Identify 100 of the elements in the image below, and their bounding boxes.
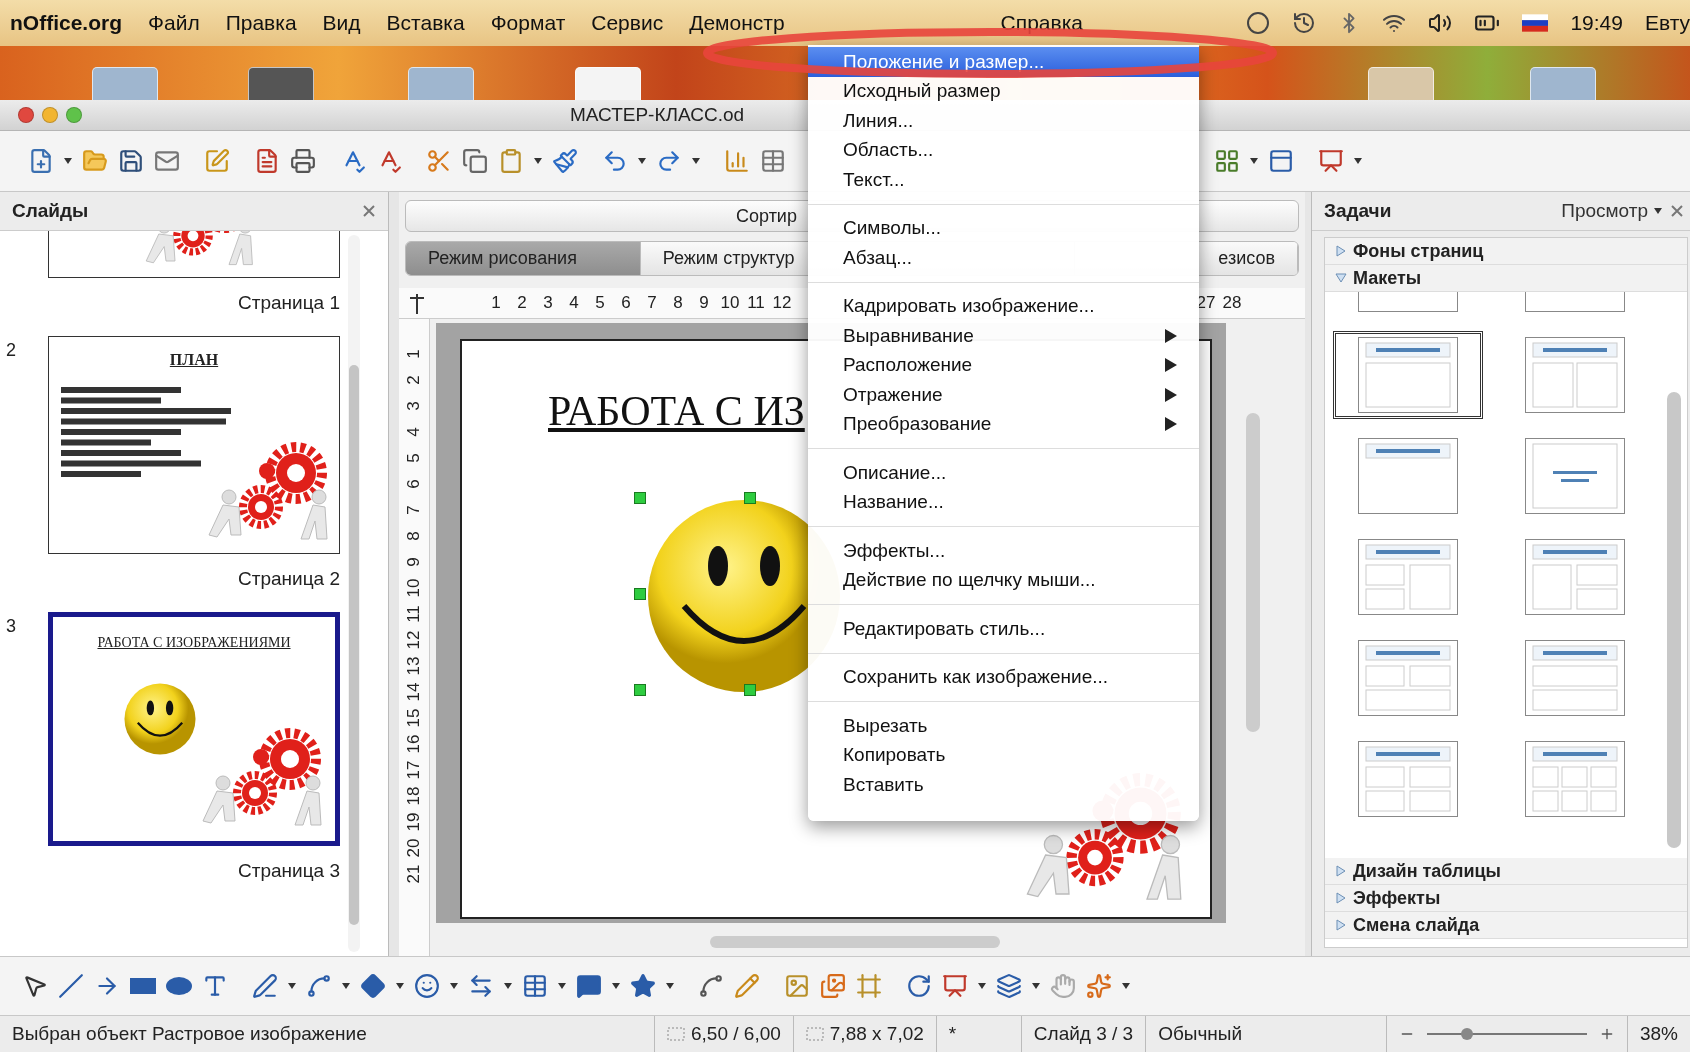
ellipse-icon[interactable] [166,977,192,995]
caret-icon[interactable] [450,983,458,989]
vertical-scrollbar[interactable] [1246,413,1260,732]
caret-icon[interactable] [504,983,512,989]
menu-item[interactable]: Эффекты... [808,536,1199,566]
section-header[interactable]: Макеты [1325,265,1687,292]
layout-thumbnail[interactable] [1525,337,1625,413]
menu-item[interactable]: Копировать [808,740,1199,770]
text-icon[interactable] [202,973,228,999]
clock-text[interactable]: 19:49 [1570,11,1623,35]
menu-item[interactable]: Название... [808,487,1199,517]
presentation-icon[interactable] [1318,148,1344,174]
caret-icon[interactable] [1122,983,1130,989]
hand-icon[interactable] [1050,973,1076,999]
close-button[interactable] [18,107,34,123]
menu-title[interactable]: Сервис [591,11,664,35]
menu-item[interactable]: Описание... [808,458,1199,488]
collapsed-triangle-icon[interactable] [1335,865,1347,877]
layout-thumbnail[interactable] [1525,640,1625,716]
flag-icon[interactable] [1522,14,1549,32]
caret-icon[interactable] [978,983,986,989]
caret-icon[interactable] [1354,158,1362,164]
printer-icon[interactable] [290,148,316,174]
close-icon[interactable] [362,204,376,218]
pdf-icon[interactable] [254,148,280,174]
volume-icon[interactable] [1428,11,1453,35]
slide-thumbnail[interactable]: ПЛАН [48,336,340,554]
caret-icon[interactable] [612,983,620,989]
section-header[interactable]: Эффекты [1325,885,1687,912]
menu-title[interactable]: Вид [322,11,361,35]
menu-item[interactable]: Символы... [808,213,1199,243]
scrollbar[interactable] [348,235,360,952]
selection-handle[interactable] [744,492,756,504]
expanded-triangle-icon[interactable] [1335,272,1347,284]
minimize-button[interactable] [42,107,58,123]
clipboard-icon[interactable] [498,148,524,174]
menu-item[interactable]: Вырезать [808,711,1199,741]
menu-item[interactable]: Сохранить как изображение... [808,662,1199,692]
caret-icon[interactable] [342,983,350,989]
line-icon[interactable] [58,973,84,999]
menu-item[interactable]: Выравнивание [808,321,1199,351]
collapsed-triangle-icon[interactable] [1335,919,1347,931]
edit-icon[interactable] [204,148,230,174]
menu-item[interactable]: Линия... [808,106,1199,136]
slide-title[interactable]: РАБОТА С ИЗ [548,387,805,435]
table-icon[interactable] [760,148,786,174]
paintbrush-icon[interactable] [552,148,578,174]
star-icon[interactable] [630,973,656,999]
smiley-icon[interactable] [414,973,440,999]
rotate-icon[interactable] [906,973,932,999]
caret-icon[interactable] [1250,158,1258,164]
slide-thumbnail[interactable]: РАБОТА С ИЗОБРАЖЕНИЯМИ [48,612,340,846]
folder-icon[interactable] [82,148,108,174]
section-header[interactable]: Смена слайда [1325,912,1687,939]
circle-icon[interactable] [1246,11,1271,35]
caret-icon[interactable] [288,983,296,989]
image-icon[interactable] [784,973,810,999]
collapsed-triangle-icon[interactable] [1335,892,1347,904]
caret-icon[interactable] [1032,983,1040,989]
layout-thumbnail[interactable] [1525,438,1625,514]
menu-item[interactable]: Вставить [808,770,1199,800]
frame-icon[interactable] [856,973,882,999]
points-icon[interactable] [698,973,724,999]
menu-title[interactable]: Вставка [386,11,465,35]
caret-icon[interactable] [534,158,542,164]
collapsed-triangle-icon[interactable] [1335,245,1347,257]
pen-icon[interactable] [252,973,278,999]
caret-icon[interactable] [396,983,404,989]
diamond-icon[interactable] [360,973,386,999]
view-menu[interactable]: Просмотр [1561,200,1648,222]
layout-thumbnail[interactable] [1525,539,1625,615]
selection-handle[interactable] [634,684,646,696]
user-name[interactable]: Евту [1644,11,1690,35]
callout-icon[interactable] [576,973,602,999]
pointer-icon[interactable] [22,973,48,999]
menu-title[interactable]: Правка [225,11,297,35]
redo-icon[interactable] [656,148,682,174]
copy-icon[interactable] [462,148,488,174]
layout-thumbnail[interactable] [1358,539,1458,615]
menu-item[interactable]: Отражение [808,380,1199,410]
flowchart-icon[interactable] [522,973,548,999]
clock-history-icon[interactable] [1292,11,1317,35]
layout-thumbnail[interactable] [1358,337,1458,413]
scissors-icon[interactable] [426,148,452,174]
app-menu[interactable]: nOffice.org [10,11,122,35]
layout-thumbnail[interactable] [1525,741,1625,817]
layers-icon[interactable] [996,973,1022,999]
caret-icon[interactable] [638,158,646,164]
horizontal-scrollbar[interactable] [710,936,1000,948]
menu-title[interactable]: Файл [148,11,200,35]
connector-icon[interactable] [306,973,332,999]
menu-item[interactable]: Редактировать стиль... [808,614,1199,644]
zoom-button[interactable] [66,107,82,123]
selection-handle[interactable] [744,684,756,696]
caret-icon[interactable] [558,983,566,989]
caret-icon[interactable] [692,158,700,164]
caret-icon[interactable] [64,158,72,164]
menu-title[interactable]: Формат [490,11,566,35]
double-arrow-icon[interactable] [468,973,494,999]
selection-handle[interactable] [634,588,646,600]
